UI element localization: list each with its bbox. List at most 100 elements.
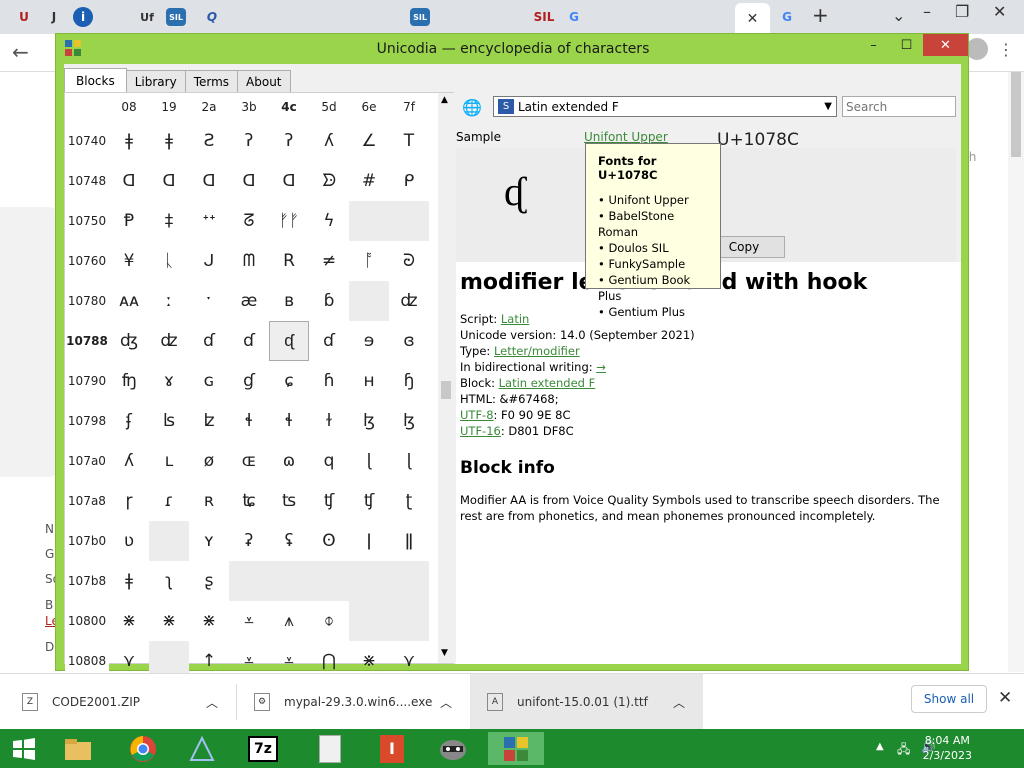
chevron-up-icon[interactable]: ︿ xyxy=(206,694,218,711)
tab-terms[interactable]: Terms xyxy=(184,70,239,92)
type-link[interactable]: Letter/modifier xyxy=(494,344,580,358)
unicodia-taskbar-icon[interactable] xyxy=(488,732,544,765)
menu-icon[interactable]: ⋮ xyxy=(998,40,1014,59)
grid-cell[interactable]: ˑ xyxy=(189,281,229,321)
tab-search-chevron-icon[interactable]: ⌄ xyxy=(892,6,905,25)
grid-cell[interactable]: ʅ xyxy=(149,561,189,601)
grid-cell[interactable]: ɭ xyxy=(349,441,389,481)
grid-cell[interactable]: ≠ xyxy=(309,241,349,281)
grid-cell[interactable]: ʎ xyxy=(109,441,149,481)
grid-cell[interactable]: ɘ xyxy=(349,321,389,361)
grid-cell[interactable]: ʦ xyxy=(269,481,309,521)
minimize-icon[interactable]: – xyxy=(923,2,931,21)
tab-icon[interactable]: SIL xyxy=(530,4,558,30)
grid-cell[interactable]: ɫ xyxy=(309,401,349,441)
grid-cell[interactable]: ʣ xyxy=(149,321,189,361)
chrome-icon[interactable] xyxy=(123,732,163,765)
grid-cell[interactable]: # xyxy=(349,161,389,201)
chevron-up-icon[interactable]: ︿ xyxy=(673,694,685,711)
grid-cell[interactable]: ⌽ xyxy=(309,601,349,641)
network-icon[interactable]: 🖧 xyxy=(897,740,910,761)
grid-cell[interactable]: ʙ xyxy=(269,281,309,321)
grid-cell[interactable] xyxy=(389,561,429,601)
download-item[interactable]: Z CODE2001.ZIP xyxy=(22,674,140,730)
bidi-link[interactable]: → xyxy=(596,360,606,374)
grid-cell[interactable]: R xyxy=(269,241,309,281)
page-scrollbar[interactable] xyxy=(1008,72,1024,672)
grid-cell[interactable]: ɢ xyxy=(189,361,229,401)
grid-cell[interactable]: ʟ xyxy=(149,441,189,481)
setup-icon[interactable] xyxy=(182,732,222,765)
globe-icon[interactable]: 🌐 xyxy=(462,98,484,120)
grid-cell[interactable]: ᘒ xyxy=(389,241,429,281)
grid-cell[interactable]: ᗰ xyxy=(229,241,269,281)
block-select[interactable]: S Latin extended F ▼ xyxy=(493,96,837,117)
info-tab-icon[interactable]: i xyxy=(73,7,93,27)
grid-cell[interactable]: Ᵽ xyxy=(109,201,149,241)
tab-icon[interactable]: U xyxy=(10,4,38,30)
grid-cell[interactable]: ʤ xyxy=(109,321,149,361)
active-tab-close-icon[interactable]: ✕ xyxy=(735,3,770,34)
maximize-icon[interactable]: ☐ xyxy=(890,34,923,56)
grid-cell[interactable]: ᚠᚠ xyxy=(269,201,309,241)
grid-cell[interactable] xyxy=(309,561,349,601)
grid-cell[interactable]: ɭ xyxy=(389,441,429,481)
grid-cell[interactable]: ɕ xyxy=(269,361,309,401)
grid-cell[interactable] xyxy=(229,561,269,601)
grid-cell[interactable]: ᗡ xyxy=(109,161,149,201)
grid-cell[interactable]: ᶑ xyxy=(269,321,309,361)
google-tab-icon[interactable]: G xyxy=(560,4,588,30)
grid-cell[interactable]: ʀ xyxy=(189,481,229,521)
close-icon[interactable]: ✕ xyxy=(993,2,1006,21)
tab-library[interactable]: Library xyxy=(125,70,186,92)
grid-cell[interactable]: ɾ xyxy=(149,481,189,521)
grid-cell[interactable]: ᚩ xyxy=(349,241,389,281)
grid-cell[interactable]: ɦ xyxy=(309,361,349,401)
grid-cell[interactable]: ɗ xyxy=(189,321,229,361)
grid-cell[interactable]: ɷ xyxy=(269,441,309,481)
grid-cell[interactable]: ʢ xyxy=(269,521,309,561)
grid-cell[interactable]: ɬ xyxy=(269,401,309,441)
grid-cell[interactable]: ǀ xyxy=(349,521,389,561)
grid-cell[interactable]: ᴀᴀ xyxy=(109,281,149,321)
grid-cell[interactable]: ϟ xyxy=(309,201,349,241)
file-explorer-icon[interactable] xyxy=(58,732,98,765)
grid-cell[interactable] xyxy=(149,521,189,561)
grid-cell[interactable] xyxy=(349,201,389,241)
tab-about[interactable]: About xyxy=(237,70,291,92)
grid-cell[interactable]: ᗦ xyxy=(309,161,349,201)
grid-cell[interactable]: ɮ xyxy=(349,401,389,441)
grid-cell[interactable]: ɼ xyxy=(109,481,149,521)
grid-cell[interactable] xyxy=(349,601,389,641)
grid-cell[interactable]: ʫ xyxy=(189,401,229,441)
grid-cell[interactable]: ⋇ xyxy=(149,601,189,641)
grid-cell[interactable]: ɓ xyxy=(309,281,349,321)
block-link[interactable]: Latin extended F xyxy=(499,376,596,390)
document-icon[interactable] xyxy=(310,732,350,765)
grid-cell[interactable]: ʧ xyxy=(349,481,389,521)
close-icon[interactable]: ✕ xyxy=(998,688,1012,708)
grid-cell[interactable]: ᒍ xyxy=(189,241,229,281)
grid-cell[interactable]: ʨ xyxy=(229,481,269,521)
grid-cell[interactable] xyxy=(269,561,309,601)
grid-cell[interactable]: ᗡ xyxy=(269,161,309,201)
grid-cell[interactable]: ɗ xyxy=(309,321,349,361)
grid-cell[interactable]: ʡ xyxy=(229,521,269,561)
office-icon[interactable]: ꓲ xyxy=(372,732,412,765)
scroll-thumb[interactable] xyxy=(441,381,451,399)
download-item[interactable]: A unifont-15.0.01 (1).ttf xyxy=(487,674,648,730)
utf8-link[interactable]: UTF-8 xyxy=(460,408,494,422)
grid-cell[interactable]: ¥ xyxy=(109,241,149,281)
grid-cell[interactable]: ǂ xyxy=(149,121,189,161)
grid-cell[interactable]: ø xyxy=(189,441,229,481)
grid-cell[interactable]: ᗡ xyxy=(229,161,269,201)
grid-cell[interactable] xyxy=(349,281,389,321)
tab-icon[interactable]: Uf xyxy=(133,4,161,30)
utf16-link[interactable]: UTF-16 xyxy=(460,424,501,438)
grid-cell[interactable]: ʂ xyxy=(189,561,229,601)
grid-cell[interactable]: ᗡ xyxy=(189,161,229,201)
grid-cell[interactable]: Ƨ xyxy=(189,121,229,161)
sil-tab-icon[interactable]: SIL xyxy=(166,8,186,26)
grid-cell[interactable]: q xyxy=(309,441,349,481)
grid-cell[interactable] xyxy=(389,201,429,241)
